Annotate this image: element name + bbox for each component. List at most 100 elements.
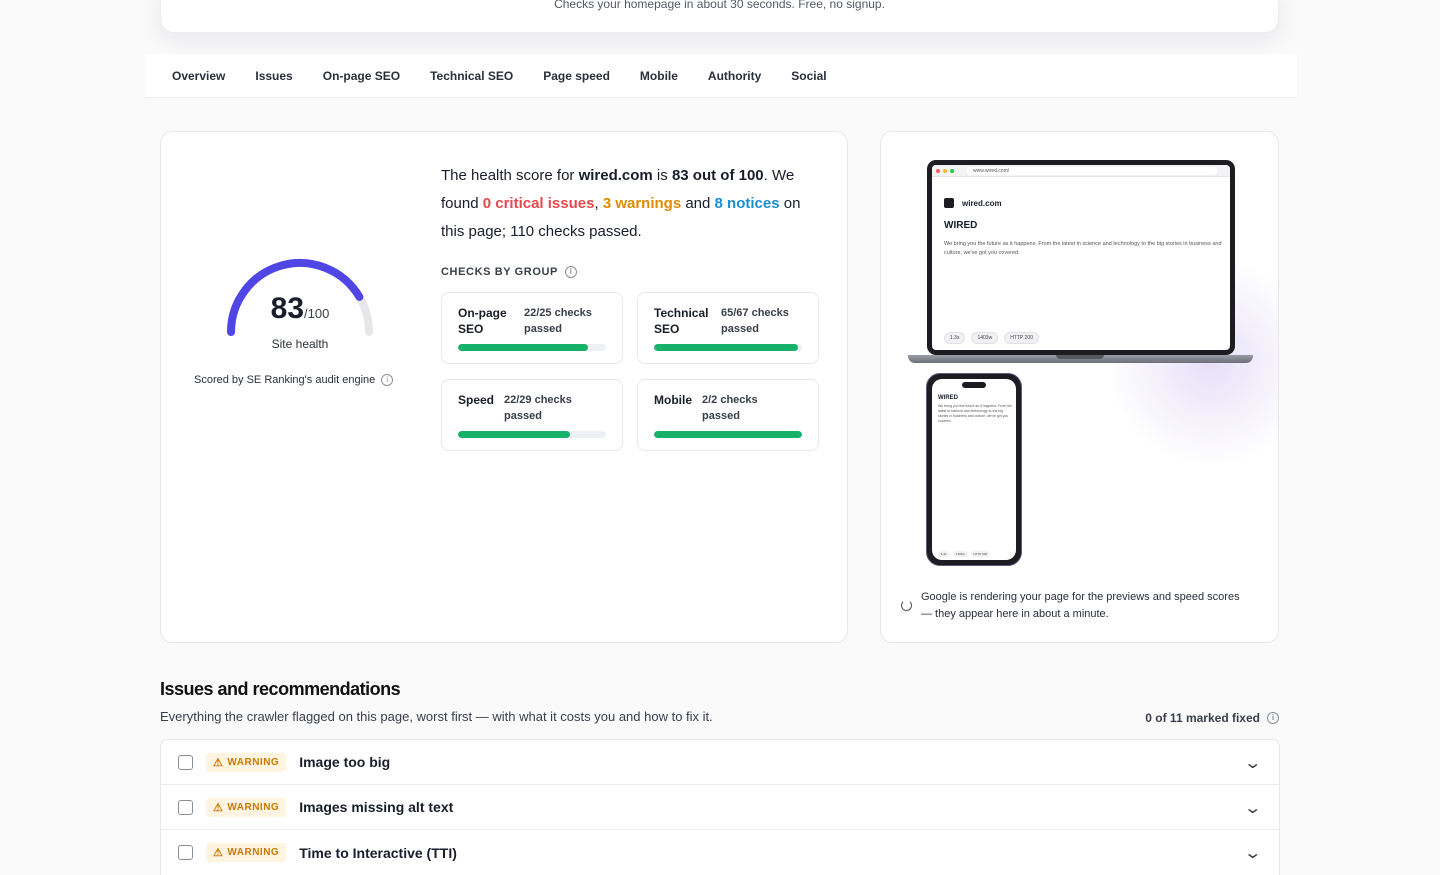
issue-title: Image too big (299, 754, 391, 770)
group-name: Speed (458, 393, 495, 407)
issues-subtitle: Everything the crawler flagged on this p… (160, 709, 713, 724)
render-status: Google is rendering your page for the pr… (901, 589, 1251, 623)
warning-triangle-icon: ⚠ (213, 801, 224, 814)
notices-link[interactable]: 8 notices (715, 195, 780, 212)
score-max: /100 (304, 306, 330, 321)
tab-on-page-seo[interactable]: On-page SEO (323, 69, 400, 83)
tab-technical-seo[interactable]: Technical SEO (430, 69, 513, 83)
mark-fixed-checkbox[interactable] (178, 845, 193, 860)
health-score-card: 83/100 Site health Scored by SE Ranking'… (160, 131, 848, 643)
issue-title: Images missing alt text (299, 799, 454, 815)
tab-issues[interactable]: Issues (255, 69, 292, 83)
group-value: 65/67 checks passed (721, 307, 789, 335)
group-progress (654, 344, 802, 351)
tab-social[interactable]: Social (791, 69, 826, 83)
mark-fixed-checkbox[interactable] (178, 754, 193, 770)
issue-row[interactable]: ⚠ WARNING Images missing alt text ⌄ (161, 785, 1279, 830)
health-score: 83/100 (161, 292, 439, 326)
mobile-chip-load-time: 1.3s (938, 551, 950, 557)
chevron-down-icon[interactable]: ⌄ (1243, 798, 1262, 818)
summary-is: is (652, 167, 672, 184)
severity-label: WARNING (227, 756, 280, 768)
preview-url: www.wired.com/ (967, 166, 1217, 175)
mobile-preview-chips: 1.3s 1403w HTTP 200 (938, 551, 991, 557)
warning-triangle-icon: ⚠ (213, 756, 224, 769)
close-dot-icon (936, 168, 940, 173)
preview-chips: 1.3s 1403w HTTP 200 (944, 332, 1039, 344)
chevron-down-icon[interactable]: ⌄ (1243, 753, 1262, 773)
minimize-dot-icon (943, 168, 947, 173)
mark-fixed-checkbox[interactable] (178, 799, 193, 815)
summary-comma: , (594, 195, 603, 212)
group-name: Technical SEO (654, 306, 709, 336)
fixed-count: 0 of 11 marked fixed i (1145, 711, 1279, 725)
mobile-preview-description: We bring you the future as it happens. F… (938, 404, 1013, 423)
group-value: 22/29 checks passed (504, 394, 572, 422)
group-value: 22/25 checks passed (524, 307, 592, 335)
preview-site-name: wired.com (962, 198, 1002, 208)
info-icon[interactable]: i (381, 374, 394, 386)
tab-authority[interactable]: Authority (708, 69, 761, 83)
severity-badge: ⚠ WARNING (206, 752, 287, 772)
score-value: 83 (270, 292, 305, 325)
preview-description: We bring you the future as it happens. F… (944, 241, 1222, 256)
group-progress (458, 431, 606, 438)
checks-by-group-title: CHECKS BY GROUP i (441, 266, 577, 278)
mobile-preview: WIRED We bring you the future as it happ… (926, 373, 1022, 566)
phone-island (962, 382, 986, 388)
chip-status: HTTP 200 (1004, 332, 1039, 344)
tab-page-speed[interactable]: Page speed (543, 69, 610, 83)
group-on-page-seo[interactable]: On-page SEO 22/25 checks passed (441, 292, 623, 364)
section-tabs: Overview Issues On-page SEO Technical SE… (145, 54, 1297, 98)
issue-list: ⚠ WARNING Image too big ⌄ ⚠ WARNING Images… (160, 739, 1280, 875)
group-progress (654, 431, 802, 438)
issue-row[interactable]: ⚠ WARNING Time to Interactive (TTI) ⌄ (161, 830, 1279, 875)
chip-load-time: 1.3s (944, 332, 966, 344)
info-icon[interactable]: i (1267, 712, 1279, 724)
severity-badge: ⚠ WARNING (206, 843, 287, 862)
summary-domain: wired.com (578, 167, 653, 184)
laptop-notch (1056, 355, 1104, 359)
loading-spinner-icon (901, 600, 912, 611)
chip-width: 1403w (971, 332, 999, 344)
site-favicon-icon (944, 198, 954, 208)
mobile-chip-status: HTTP 200 (970, 551, 991, 557)
group-progress-fill (458, 344, 589, 351)
desktop-preview-screen: www.wired.com/ wired.com WIRED We bring … (932, 165, 1230, 350)
fixed-count-text: 0 of 11 marked fixed (1145, 711, 1260, 725)
info-icon[interactable]: i (564, 266, 577, 278)
health-summary: The health score for wired.com is 83 out… (441, 162, 821, 246)
issue-title: Time to Interactive (TTI) (299, 844, 457, 861)
critical-issues-link[interactable]: 0 critical issues (483, 195, 595, 212)
tab-mobile[interactable]: Mobile (640, 69, 678, 83)
group-speed[interactable]: Speed 22/29 checks passed (441, 379, 623, 451)
page-preview-card: www.wired.com/ wired.com WIRED We bring … (880, 131, 1279, 643)
checks-title-text: CHECKS BY GROUP (441, 266, 558, 278)
summary-and: and (681, 195, 715, 212)
group-progress-fill (654, 431, 802, 438)
warning-triangle-icon: ⚠ (213, 847, 224, 859)
site-health-label: Site health (271, 337, 329, 351)
mobile-chip-width: 1403w (952, 551, 968, 557)
chevron-down-icon[interactable]: ⌄ (1243, 843, 1262, 863)
audit-header-card: Checks your homepage in about 30 seconds… (160, 0, 1279, 33)
issue-row[interactable]: ⚠ WARNING Image too big ⌄ (161, 740, 1279, 785)
render-note-text: Google is rendering your page for the pr… (921, 591, 1240, 620)
group-name: Mobile (654, 393, 692, 407)
severity-label: WARNING (227, 847, 280, 858)
group-name: On-page SEO (458, 306, 507, 336)
group-technical-seo[interactable]: Technical SEO 65/67 checks passed (637, 292, 819, 364)
group-mobile[interactable]: Mobile 2/2 checks passed (637, 379, 819, 451)
group-progress-fill (458, 431, 571, 438)
issues-title: Issues and recommendations (160, 679, 401, 699)
warnings-link[interactable]: 3 warnings (603, 195, 681, 212)
group-value: 2/2 checks passed (702, 394, 758, 422)
summary-prefix: The health score for (441, 167, 579, 184)
desktop-preview: www.wired.com/ wired.com WIRED We bring … (927, 160, 1235, 355)
tab-overview[interactable]: Overview (172, 69, 225, 83)
browser-bar: www.wired.com/ (932, 165, 1230, 177)
maximize-dot-icon (950, 168, 954, 173)
preview-brand: WIRED (944, 220, 978, 231)
scored-by-text: Scored by SE Ranking's audit engine (194, 374, 376, 386)
scored-by: Scored by SE Ranking's audit engine i (194, 374, 394, 386)
